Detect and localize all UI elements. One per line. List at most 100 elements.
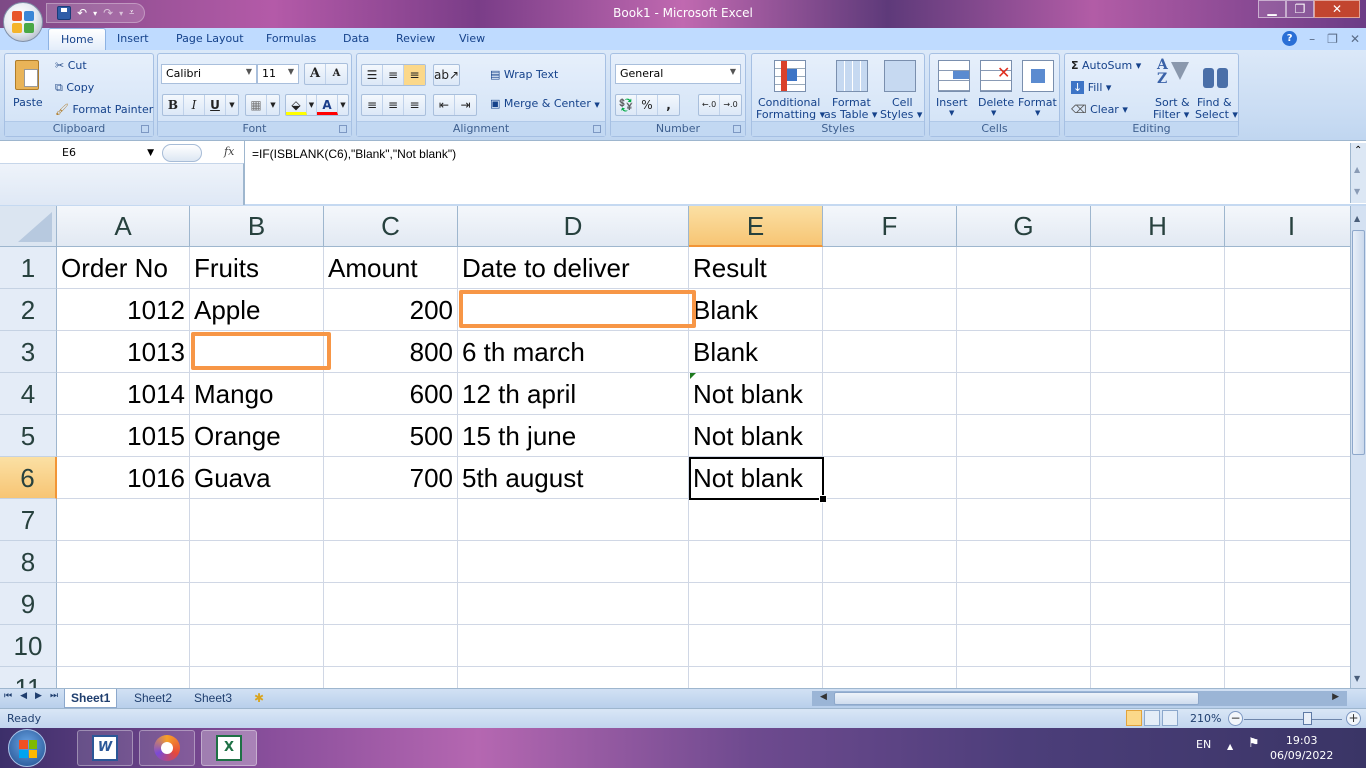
cell-e4[interactable]: Not blank — [689, 373, 823, 415]
number-format-select[interactable]: General ▼ — [615, 64, 741, 84]
cell-i4[interactable] — [1225, 373, 1350, 415]
format-painter-button[interactable]: 🖌 Format Painter — [55, 103, 153, 116]
cell-a5[interactable]: 1015 — [57, 415, 190, 457]
scroll-down-icon[interactable]: ▼ — [1354, 674, 1360, 683]
cell-h1[interactable] — [1091, 247, 1225, 289]
cell-e11[interactable] — [689, 667, 823, 688]
increase-decimal-icon[interactable]: ←.0 — [699, 95, 720, 115]
tab-page-layout[interactable]: Page Layout — [176, 28, 244, 50]
active-cell-selection[interactable] — [689, 457, 827, 503]
cell-h3[interactable] — [1091, 331, 1225, 373]
column-header-a[interactable]: A — [57, 206, 190, 247]
sheet-tab-sheet3[interactable]: Sheet3 — [188, 689, 238, 708]
tab-review[interactable]: Review — [396, 28, 435, 50]
cell-a4[interactable]: 1014 — [57, 373, 190, 415]
cell-b6[interactable]: Guava — [190, 457, 324, 499]
cell-b10[interactable] — [190, 625, 324, 667]
next-sheet-icon[interactable]: ▶ — [35, 691, 42, 701]
font-color-button[interactable]: A — [317, 95, 338, 115]
scroll-right-icon[interactable]: ▶ — [1332, 692, 1339, 702]
cell-g4[interactable] — [957, 373, 1091, 415]
zoom-slider-thumb[interactable] — [1303, 712, 1312, 725]
column-header-f[interactable]: F — [823, 206, 957, 247]
error-indicator-icon[interactable] — [690, 373, 696, 379]
bold-button[interactable]: B — [163, 95, 184, 115]
cell-h6[interactable] — [1091, 457, 1225, 499]
row-header-10[interactable]: 10 — [0, 625, 57, 667]
find-select-button[interactable]: Find & Select ▾ — [1195, 58, 1239, 121]
decrease-decimal-icon[interactable]: →.0 — [720, 95, 741, 115]
cell-styles-button[interactable]: Cell Styles ▾ — [878, 58, 924, 121]
cell-b11[interactable] — [190, 667, 324, 688]
cell-d3[interactable]: 6 th march — [458, 331, 689, 373]
cell-i10[interactable] — [1225, 625, 1350, 667]
zoom-level[interactable]: 210% — [1190, 712, 1221, 725]
last-sheet-icon[interactable]: ⏭ — [50, 691, 58, 701]
cell-c8[interactable] — [324, 541, 458, 583]
column-header-c[interactable]: C — [324, 206, 458, 247]
cell-d6[interactable]: 5th august — [458, 457, 689, 499]
row-header-2[interactable]: 2 — [0, 289, 57, 331]
zoom-out-button[interactable]: − — [1228, 711, 1243, 726]
page-break-view-icon[interactable] — [1162, 710, 1178, 726]
taskbar-word[interactable]: W — [77, 730, 133, 766]
cell-c10[interactable] — [324, 625, 458, 667]
zoom-slider-track[interactable] — [1244, 719, 1342, 720]
minimize-button[interactable]: ▁ — [1258, 0, 1286, 18]
tab-view[interactable]: View — [459, 28, 485, 50]
taskbar-browser[interactable] — [139, 730, 195, 766]
cell-h7[interactable] — [1091, 499, 1225, 541]
cell-a8[interactable] — [57, 541, 190, 583]
cell-h5[interactable] — [1091, 415, 1225, 457]
horizontal-scrollbar[interactable]: ◀ ▶ — [812, 691, 1347, 706]
cell-a2[interactable]: 1012 — [57, 289, 190, 331]
workbook-close-button[interactable]: ✕ — [1350, 32, 1360, 46]
cell-f4[interactable] — [823, 373, 957, 415]
merge-center-button[interactable]: ▣ Merge & Center ▼ — [490, 97, 600, 110]
cell-c5[interactable]: 500 — [324, 415, 458, 457]
row-header-7[interactable]: 7 — [0, 499, 57, 541]
formula-bar-scroll[interactable]: ⌃ ▲ ▼ — [1350, 143, 1366, 203]
alignment-launcher-icon[interactable] — [593, 125, 601, 133]
underline-button[interactable]: U — [205, 95, 226, 115]
cell-c9[interactable] — [324, 583, 458, 625]
cell-e1[interactable]: Result — [689, 247, 823, 289]
row-header-8[interactable]: 8 — [0, 541, 57, 583]
cell-g10[interactable] — [957, 625, 1091, 667]
cell-g2[interactable] — [957, 289, 1091, 331]
cell-d5[interactable]: 15 th june — [458, 415, 689, 457]
cut-button[interactable]: ✂ Cut — [55, 59, 87, 72]
comma-button[interactable]: , — [658, 95, 679, 115]
help-icon[interactable]: ? — [1282, 31, 1298, 46]
clear-button[interactable]: ⌫ Clear ▾ — [1071, 103, 1128, 116]
insert-sheet-icon[interactable]: ✱ — [248, 689, 270, 708]
close-button[interactable]: ✕ — [1314, 0, 1360, 18]
cell-e3[interactable]: Blank — [689, 331, 823, 373]
font-launcher-icon[interactable] — [339, 125, 347, 133]
cell-g3[interactable] — [957, 331, 1091, 373]
cell-c1[interactable]: Amount — [324, 247, 458, 289]
cell-a3[interactable]: 1013 — [57, 331, 190, 373]
cell-g5[interactable] — [957, 415, 1091, 457]
row-header-6[interactable]: 6 — [0, 457, 57, 499]
tab-home[interactable]: Home — [48, 28, 107, 50]
align-right-icon[interactable]: ≡ — [404, 95, 425, 115]
tab-formulas[interactable]: Formulas — [266, 28, 316, 50]
shrink-font-button[interactable]: A — [326, 64, 347, 84]
wrap-text-button[interactable]: ▤ Wrap Text — [490, 68, 558, 81]
clipboard-launcher-icon[interactable] — [141, 125, 149, 133]
cell-i5[interactable] — [1225, 415, 1350, 457]
column-header-g[interactable]: G — [957, 206, 1091, 247]
formula-bar-resize-handle[interactable] — [162, 144, 202, 162]
cell-i3[interactable] — [1225, 331, 1350, 373]
insert-cells-button[interactable]: Insert ▼ — [934, 58, 974, 120]
start-button[interactable] — [8, 729, 46, 767]
chevron-down-icon[interactable]: ▼ — [147, 143, 154, 163]
cell-f2[interactable] — [823, 289, 957, 331]
cell-a9[interactable] — [57, 583, 190, 625]
orientation-button[interactable]: ab↗ — [433, 64, 461, 86]
cell-d4[interactable]: 12 th april — [458, 373, 689, 415]
scroll-down-icon[interactable]: ▼ — [1354, 187, 1360, 196]
row-header-1[interactable]: 1 — [0, 247, 57, 289]
increase-indent-icon[interactable]: ⇥ — [455, 95, 476, 115]
